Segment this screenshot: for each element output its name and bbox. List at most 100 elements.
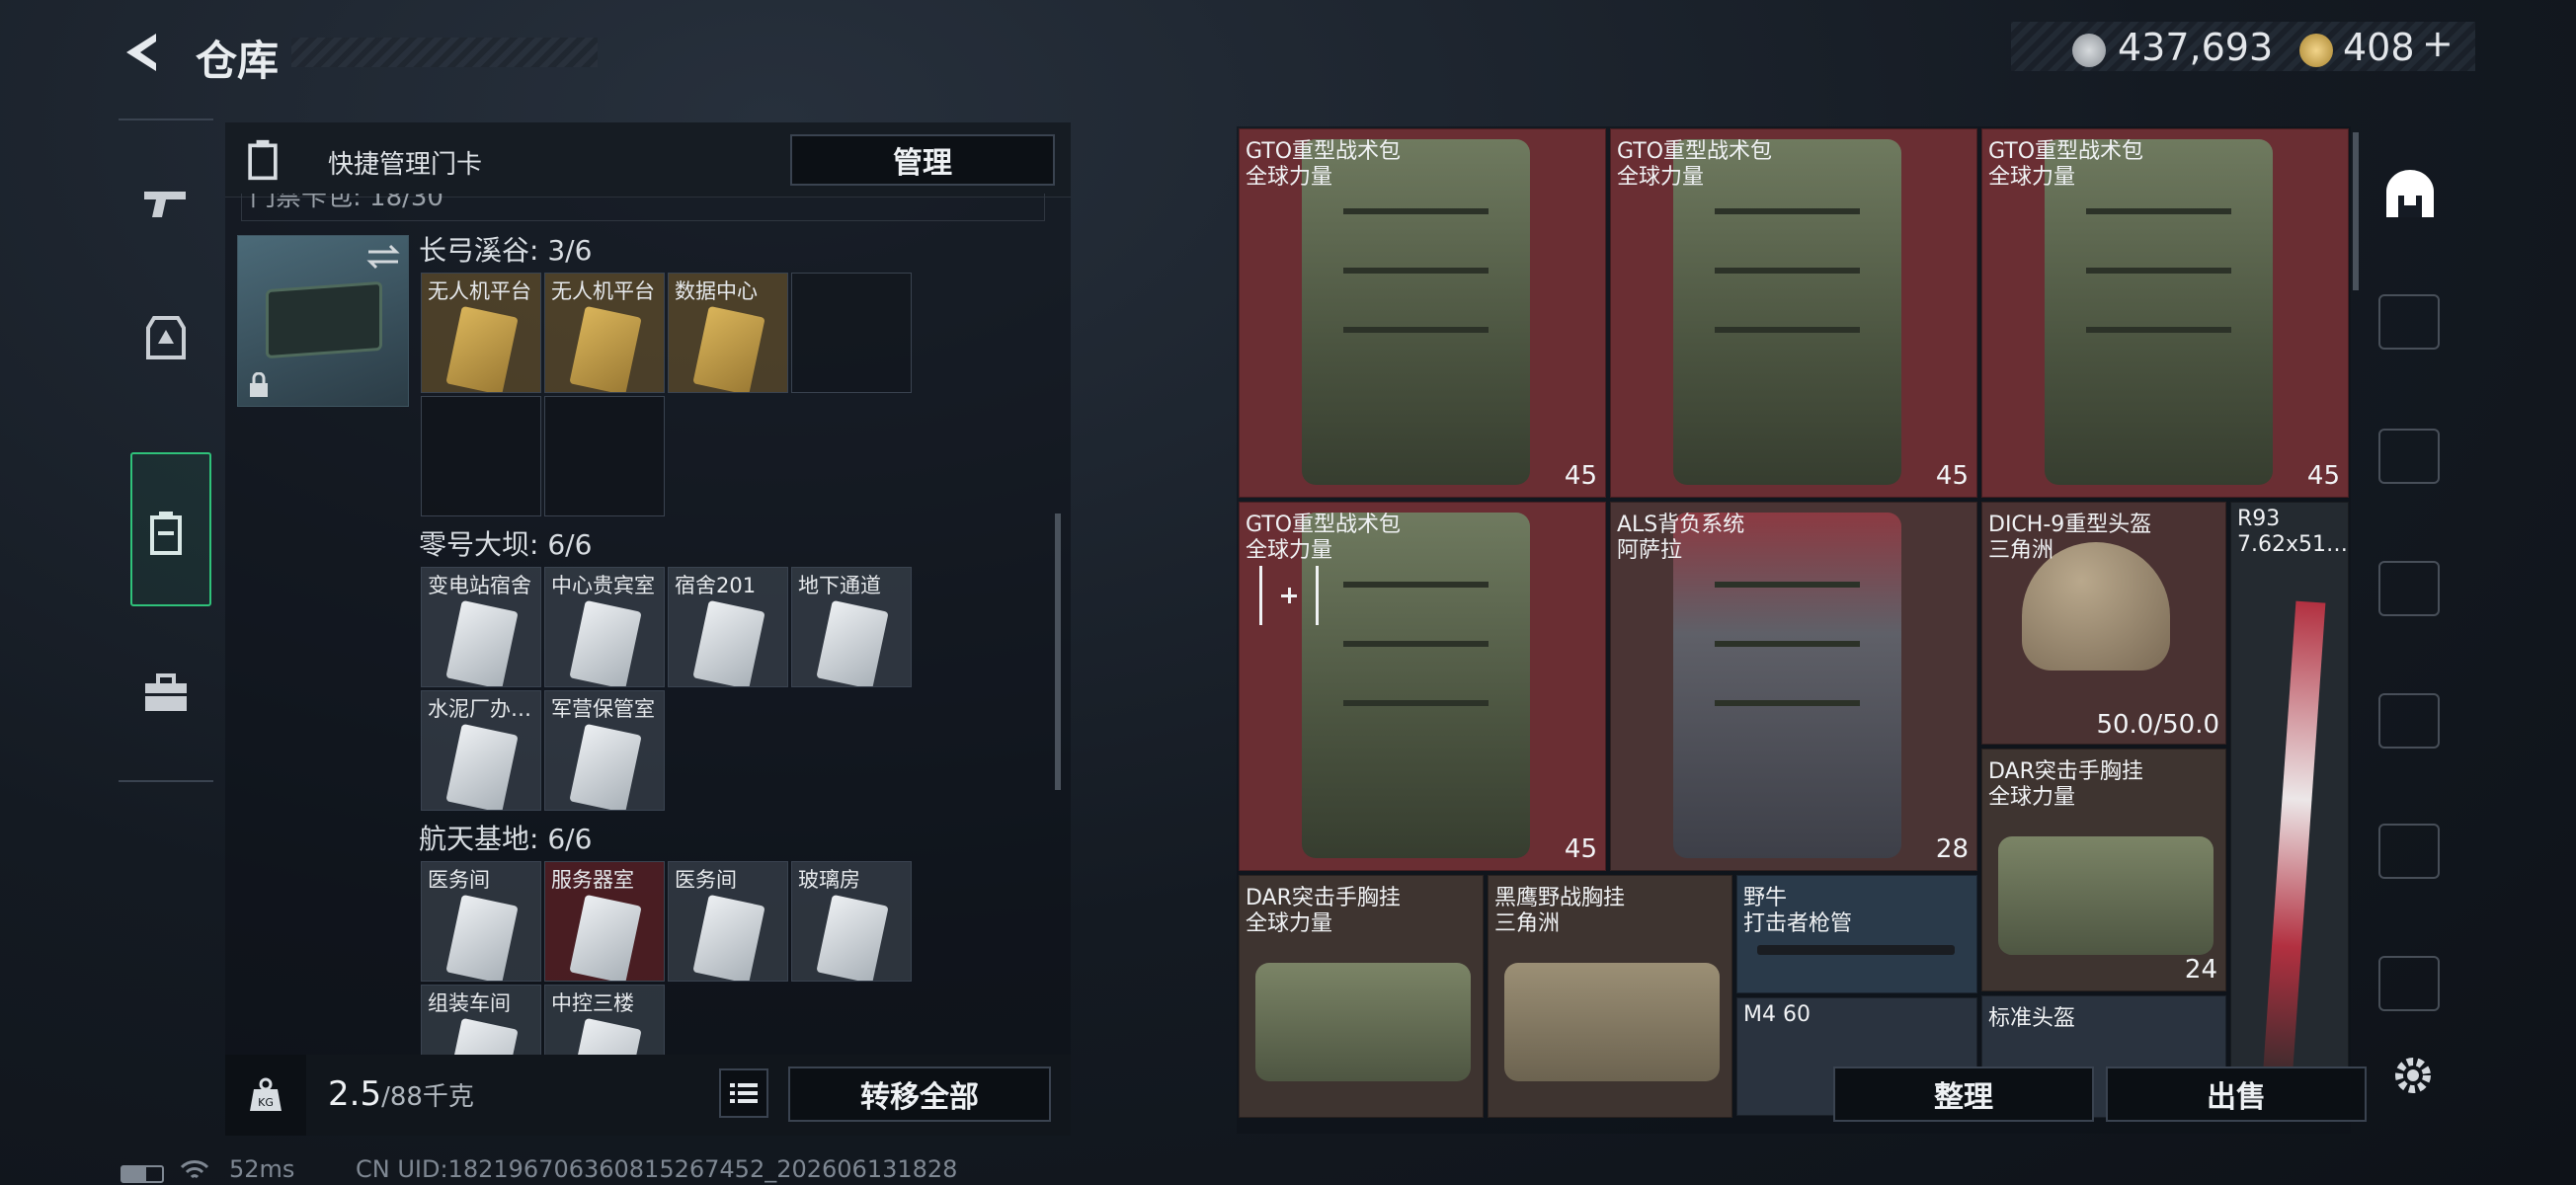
weight-icon: KG <box>225 1055 306 1136</box>
sell-button[interactable]: 出售 <box>2106 1066 2367 1122</box>
inventory-item[interactable]: 黑鹰野战胸挂 三角洲 <box>1488 875 1732 1118</box>
keycard-item[interactable]: 中心贵宾室 <box>544 567 665 687</box>
inventory-item[interactable]: DAR突击手胸挂 全球力量 24 <box>1981 749 2226 991</box>
keycard-label: 水泥厂办… <box>428 697 531 721</box>
section-title: 长弓溪谷: 3/6 <box>419 234 593 267</box>
toolbox-icon[interactable] <box>132 660 200 727</box>
keycard-item[interactable]: 数据中心 <box>668 273 788 393</box>
gold-add-button[interactable]: + <box>2422 22 2454 65</box>
keycard-item[interactable]: 水泥厂办… <box>421 690 541 811</box>
item-count: 45 <box>1564 834 1597 864</box>
keycard-item[interactable]: 玻璃房 <box>791 861 912 982</box>
item-faction: 全球力量 <box>1246 165 1333 190</box>
sort-button[interactable]: 整理 <box>1833 1066 2094 1122</box>
chest-rig-icon <box>1998 836 2214 955</box>
container-iv-icon[interactable] <box>2378 824 2440 879</box>
add-to-slot-icon[interactable] <box>1259 566 1319 625</box>
manage-button[interactable]: 管理 <box>790 134 1055 186</box>
keycard-item[interactable]: 医务间 <box>421 861 541 982</box>
backpack-icon <box>1302 513 1530 858</box>
inventory-item[interactable]: 野牛 打击者枪管 <box>1736 875 1977 993</box>
lock-icon <box>250 372 268 397</box>
container-v-icon[interactable] <box>2378 294 2440 350</box>
item-count: 45 <box>1935 461 1969 491</box>
item-name: 标准头盔 <box>1988 1006 2076 1031</box>
keycard-item[interactable]: 医务间 <box>668 861 788 982</box>
keycard-icon <box>569 599 642 686</box>
item-faction: 7.62x51… <box>2237 532 2348 557</box>
item-faction: 全球力量 <box>1988 785 2076 810</box>
keycard-item[interactable]: 服务器室 <box>544 861 665 982</box>
backpack-icon <box>2045 139 2273 485</box>
rifle-icon <box>2261 600 2326 1096</box>
section-title: 零号大坝: 6/6 <box>419 528 593 561</box>
item-name: M4 60 <box>1743 1002 1811 1027</box>
inventory-item[interactable]: GTO重型战术包 全球力量 45 <box>1981 128 2349 498</box>
transfer-all-button[interactable]: 转移全部 <box>788 1066 1051 1122</box>
container-rail <box>2353 126 2457 1035</box>
keycard-icon <box>445 723 519 810</box>
inventory-item[interactable]: DICH-9重型头盔 三角洲 50.0/50.0 <box>1981 502 2226 745</box>
item-name: R93 <box>2237 507 2281 531</box>
weight-max: /88千克 <box>381 1082 474 1112</box>
keycard-label: 无人机平台 <box>428 279 531 303</box>
gold-coin-icon <box>2299 34 2333 67</box>
barrel-icon <box>1757 945 1955 955</box>
swap-icon[interactable] <box>366 242 400 272</box>
item-faction: 三角洲 <box>1494 911 1561 936</box>
silver-amount: 437,693 <box>2118 26 2274 69</box>
category-sidebar <box>119 118 213 782</box>
keycard-slot-empty[interactable] <box>421 396 541 516</box>
backpack-icon <box>1302 139 1530 485</box>
keycard-item[interactable]: 变电站宿舍 <box>421 567 541 687</box>
quick-manage-label: 快捷管理门卡 <box>328 150 483 180</box>
keycard-icon <box>569 305 642 392</box>
keycard-icon <box>816 894 889 981</box>
keycard-label: 地下通道 <box>798 574 881 597</box>
keycard-slot-empty[interactable] <box>791 273 912 393</box>
keycard-label: 玻璃房 <box>798 868 860 892</box>
container-iv-icon[interactable] <box>2378 561 2440 616</box>
warehouse-icon[interactable] <box>2382 166 2438 221</box>
keycard-icon <box>816 599 889 686</box>
container-iv-icon[interactable] <box>2378 429 2440 484</box>
weight-value: 2.5/88千克 <box>328 1074 474 1114</box>
keycard-slot-empty[interactable] <box>544 396 665 516</box>
inventory-item[interactable]: DAR突击手胸挂 全球力量 <box>1239 875 1484 1118</box>
container-iv-icon[interactable] <box>2378 693 2440 749</box>
keycard-item[interactable]: 无人机平台 <box>544 273 665 393</box>
inventory-item[interactable]: R93 7.62x51… <box>2230 502 2349 1116</box>
keycard-label: 中心贵宾室 <box>551 574 655 597</box>
keycard-item[interactable]: 地下通道 <box>791 567 912 687</box>
keycard-item[interactable]: 军营保管室 <box>544 690 665 811</box>
battery-icon <box>121 1165 164 1183</box>
section-title: 航天基地: 6/6 <box>419 823 593 855</box>
inventory-item[interactable]: GTO重型战术包 全球力量 45 <box>1239 502 1606 871</box>
inventory-item[interactable]: GTO重型战术包 全球力量 45 <box>1239 128 1606 498</box>
ping-text: 52ms <box>229 1155 295 1183</box>
keycard-bag-item[interactable] <box>237 235 409 407</box>
gold-amount: 408 <box>2343 26 2415 69</box>
panel-scrollbar[interactable] <box>1055 514 1061 790</box>
keycard-label: 医务间 <box>428 868 490 892</box>
item-count: 50.0/50.0 <box>2096 710 2219 740</box>
plus-icon <box>1281 588 1297 603</box>
armor-icon[interactable] <box>132 304 200 371</box>
container-iii-icon[interactable] <box>2378 956 2440 1011</box>
keycard-label: 军营保管室 <box>551 697 655 721</box>
inventory-item[interactable]: ALS背负系统 阿萨拉 28 <box>1610 502 1977 871</box>
keycard-label: 医务间 <box>675 868 737 892</box>
keycard-item[interactable]: 无人机平台 <box>421 273 541 393</box>
back-arrow-icon[interactable] <box>119 28 168 77</box>
keycard-icon <box>692 599 765 686</box>
keycard-label: 服务器室 <box>551 868 634 892</box>
item-faction: 打击者枪管 <box>1743 911 1853 936</box>
inventory-item[interactable]: GTO重型战术包 全球力量 45 <box>1610 128 1977 498</box>
gear-icon[interactable] <box>2388 1051 2438 1100</box>
keycard-item[interactable]: 宿舍201 <box>668 567 788 687</box>
pistol-icon[interactable] <box>132 170 200 237</box>
list-view-button[interactable] <box>719 1068 768 1118</box>
rail-scrollbar[interactable] <box>2353 132 2359 290</box>
backpack-icon <box>1673 139 1901 485</box>
keycard-label: 组装车间 <box>428 991 511 1015</box>
